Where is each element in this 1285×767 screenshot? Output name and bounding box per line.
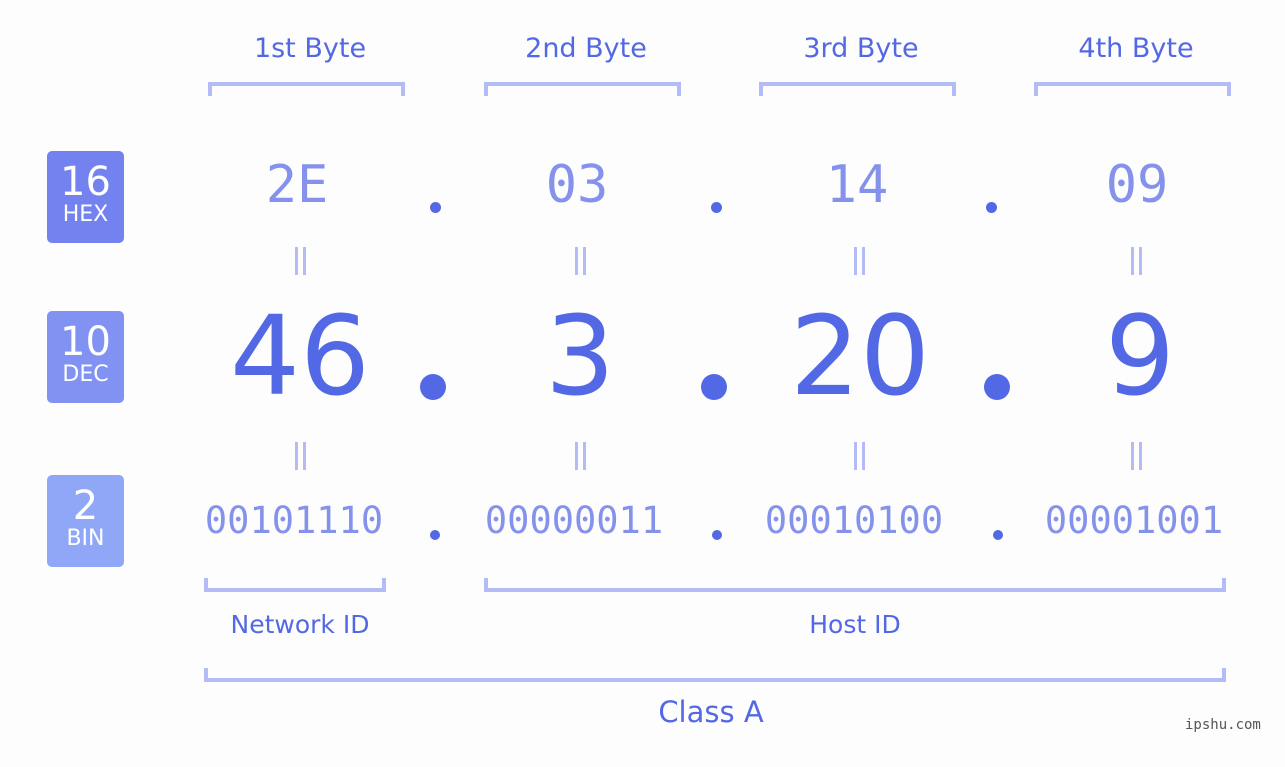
bin-value-1: 00101110 <box>204 499 384 542</box>
bin-value-3: 00010100 <box>764 499 944 542</box>
watermark: ipshu.com <box>1185 717 1261 733</box>
equals-sign <box>852 442 866 470</box>
bin-separator-dot <box>712 530 722 540</box>
bin-value-2: 00000011 <box>484 499 664 542</box>
network-id-bracket <box>204 578 386 592</box>
hex-badge-label: HEX <box>62 202 109 227</box>
byte-bracket-2 <box>484 82 681 96</box>
dec-separator-dot <box>701 374 727 400</box>
dec-value-1: 46 <box>230 292 370 420</box>
equals-sign <box>1129 442 1143 470</box>
hex-value-3: 14 <box>825 155 889 215</box>
hex-separator-dot <box>986 202 997 213</box>
byte-bracket-3 <box>759 82 956 96</box>
network-id-label: Network ID <box>230 610 370 639</box>
dec-separator-dot <box>420 374 446 400</box>
bin-value-4: 00001001 <box>1044 499 1224 542</box>
equals-sign <box>852 247 866 275</box>
bin-badge-label: BIN <box>66 526 105 551</box>
hex-value-1: 2E <box>265 155 329 215</box>
equals-sign <box>573 442 587 470</box>
byte-bracket-4 <box>1034 82 1231 96</box>
bin-badge-base: 2 <box>72 483 99 529</box>
host-id-label: Host ID <box>809 610 901 639</box>
dec-badge-label: DEC <box>62 362 109 387</box>
hex-separator-dot <box>711 202 722 213</box>
class-bracket <box>204 668 1226 682</box>
dec-value-4: 9 <box>1105 292 1175 420</box>
dec-value-3: 20 <box>790 292 930 420</box>
dec-value-2: 3 <box>545 292 615 420</box>
equals-sign <box>293 247 307 275</box>
bin-badge: 2 BIN <box>47 475 124 567</box>
byte-title-4: 4th Byte <box>1078 33 1194 64</box>
dec-separator-dot <box>984 374 1010 400</box>
hex-value-4: 09 <box>1105 155 1169 215</box>
equals-sign <box>293 442 307 470</box>
hex-separator-dot <box>430 202 441 213</box>
equals-sign <box>573 247 587 275</box>
byte-bracket-1 <box>208 82 405 96</box>
dec-badge: 10 DEC <box>47 311 124 403</box>
hex-value-2: 03 <box>545 155 609 215</box>
bin-separator-dot <box>430 530 440 540</box>
host-id-bracket <box>484 578 1226 592</box>
dec-badge-base: 10 <box>60 319 111 365</box>
byte-title-3: 3rd Byte <box>803 33 919 64</box>
hex-badge: 16 HEX <box>47 151 124 243</box>
hex-badge-base: 16 <box>60 159 111 205</box>
bin-separator-dot <box>993 530 1003 540</box>
byte-title-1: 1st Byte <box>253 33 367 64</box>
byte-title-2: 2nd Byte <box>525 33 647 64</box>
equals-sign <box>1129 247 1143 275</box>
class-label: Class A <box>658 695 764 729</box>
